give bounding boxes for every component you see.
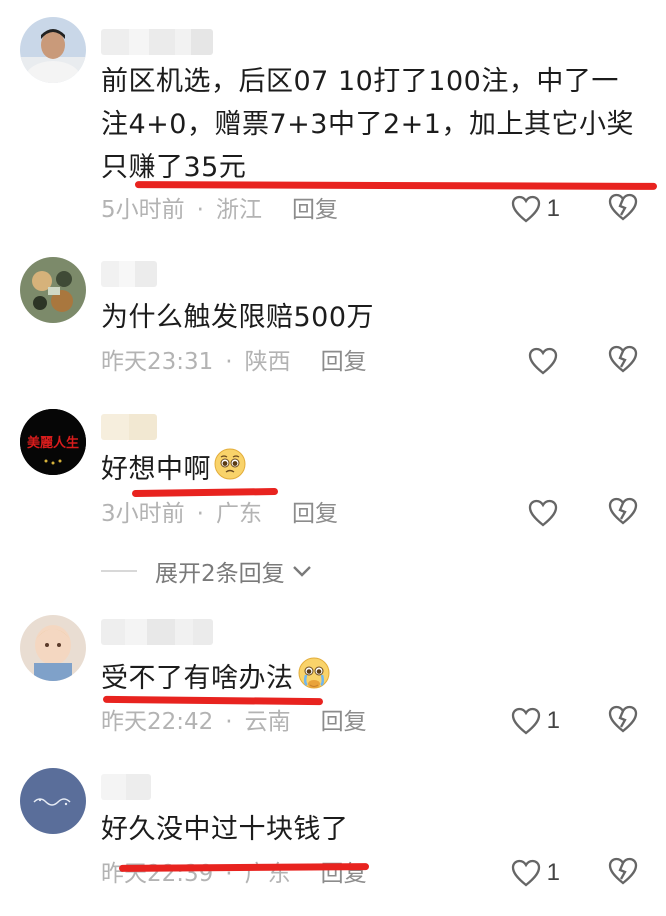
comment-meta: 5小时前 · 浙江 回复 [101,197,338,223]
heart-icon [528,499,558,527]
broken-heart-icon [608,857,638,885]
like-button[interactable] [528,345,558,377]
reply-button[interactable]: 回复 [321,709,367,735]
broken-heart-icon [608,705,638,733]
reply-button[interactable]: 回复 [292,501,338,527]
reply-button[interactable]: 回复 [321,349,367,375]
like-button[interactable]: 1 [511,705,560,737]
username-blurred[interactable] [101,774,151,800]
comment-time: 昨天23:31 [101,349,214,375]
heart-icon [511,707,540,735]
username-blurred[interactable] [101,414,157,440]
red-underline-annotation [131,487,279,498]
broken-heart-icon [608,497,638,525]
like-count: 1 [546,859,560,886]
comment-time: 昨天22:42 [101,709,214,735]
like-count: 1 [546,195,560,222]
comment-time: 5小时前 [101,197,185,223]
heart-icon [511,859,540,887]
heart-icon [511,195,540,223]
heart-icon [528,347,558,375]
dislike-button[interactable] [608,193,638,225]
avatar-text: 美麗人生 [27,435,79,451]
comment-text: 好久没中过十块钱了 [101,814,349,845]
like-button[interactable]: 1 [511,193,560,225]
comment-meta: 昨天23:31 · 陕西 回复 [101,349,367,375]
comment-time: 3小时前 [101,501,185,527]
avatar[interactable] [20,768,86,834]
like-button[interactable]: 1 [511,857,560,889]
crying-pleading-face-icon [296,655,332,704]
like-count: 1 [546,707,560,734]
username-blurred[interactable] [101,29,213,55]
reply-button[interactable]: 回复 [292,197,338,223]
divider [101,570,137,572]
comment-meta: 3小时前 · 广东 回复 [101,501,338,527]
dislike-button[interactable] [608,497,638,529]
comment-location: 广东 [215,501,262,527]
dislike-button[interactable] [608,857,638,889]
avatar[interactable]: 美麗人生 [20,409,86,475]
comment-text: 前区机选，后区07 10打了100注，中了一 注4+0，赠票7+3中了2+1，加… [101,66,634,183]
username-blurred[interactable] [101,261,157,287]
avatar[interactable] [20,615,86,681]
avatar[interactable] [20,257,86,323]
dislike-button[interactable] [608,345,638,377]
username-blurred[interactable] [101,619,213,645]
dislike-button[interactable] [608,705,638,737]
expand-replies-label: 展开2条回复 [155,561,285,587]
pleading-face-icon [213,447,247,494]
broken-heart-icon [608,345,638,373]
comment-location: 浙江 [215,197,262,223]
avatar[interactable] [20,17,86,83]
comment-location: 陕西 [244,349,291,375]
comment-location: 云南 [244,709,291,735]
comment-meta: 昨天22:42 · 云南 回复 [101,709,367,735]
like-button[interactable] [528,497,558,529]
expand-replies-button[interactable]: 展开2条回复 [101,554,313,588]
broken-heart-icon [608,193,638,221]
comment-text: 为什么触发限赔500万 [101,302,375,333]
chevron-down-icon [292,566,311,577]
comment-text: 好想中啊 [101,447,247,494]
